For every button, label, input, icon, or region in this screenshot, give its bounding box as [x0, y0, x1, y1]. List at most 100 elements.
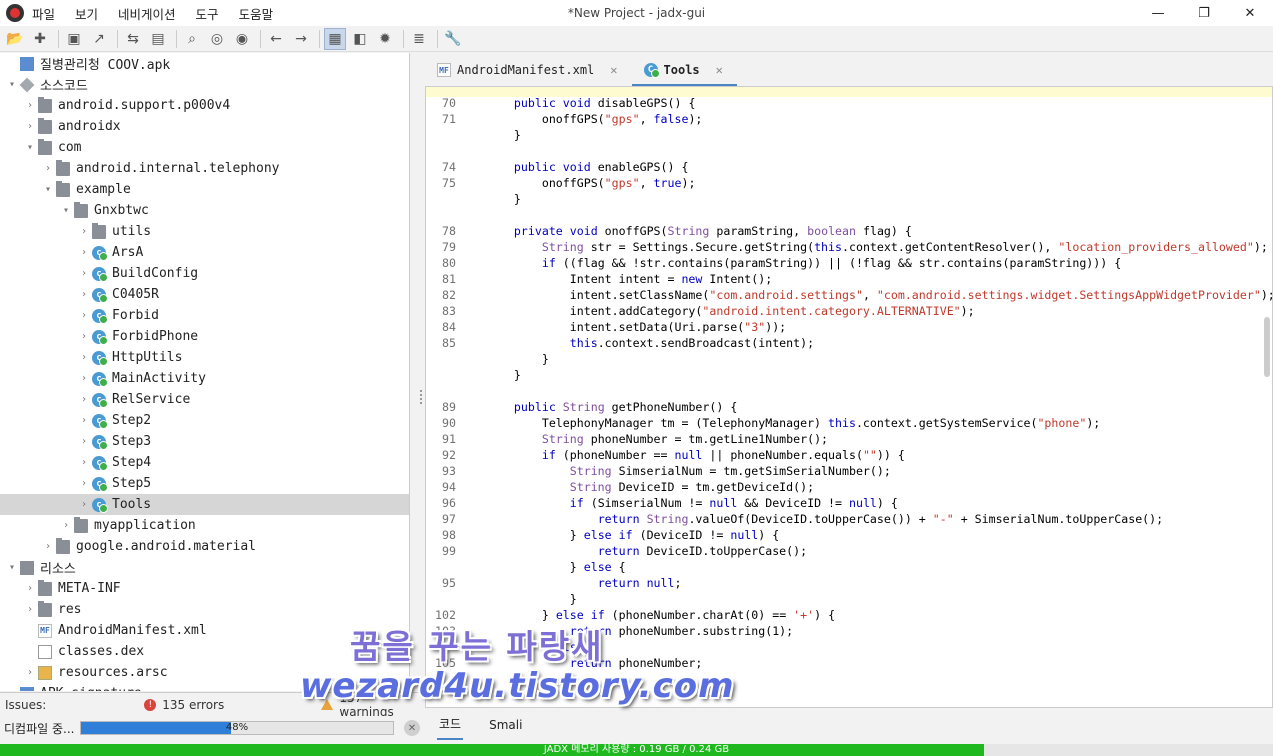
expand-arrow-icon[interactable]: ›	[22, 583, 38, 594]
add-file-icon[interactable]: ✚	[29, 28, 51, 50]
close-tab-icon[interactable]: ✕	[610, 63, 617, 77]
expand-arrow-icon[interactable]: ›	[40, 541, 56, 552]
code-line[interactable]: 99 return DeviceID.toUpperCase();	[426, 543, 1272, 559]
tree-item[interactable]: › c HttpUtils	[0, 347, 409, 368]
menu-item[interactable]: 네비게이션	[118, 7, 176, 22]
save-icon[interactable]: ▣	[63, 28, 85, 50]
code-area[interactable]: 70 public void disableGPS() {71 onoffGPS…	[426, 95, 1272, 671]
code-line[interactable]: }	[426, 367, 1272, 383]
code-line[interactable]: 94 String DeviceID = tm.getDeviceId();	[426, 479, 1272, 495]
code-line[interactable]	[426, 383, 1272, 399]
code-line[interactable]	[426, 207, 1272, 223]
minimize-button[interactable]: —	[1135, 0, 1181, 26]
flatten-icon[interactable]: ▤	[147, 28, 169, 50]
code-line[interactable]: 95 return null;	[426, 575, 1272, 591]
forward-icon[interactable]: →	[290, 28, 312, 50]
tree-item[interactable]: › res	[0, 599, 409, 620]
code-line[interactable]: 84 intent.setData(Uri.parse("3"));	[426, 319, 1272, 335]
code-line[interactable]: }	[426, 591, 1272, 607]
find-usage-icon[interactable]: ◎	[206, 28, 228, 50]
tree-item[interactable]: classes.dex	[0, 641, 409, 662]
vertical-scrollbar[interactable]	[1264, 317, 1270, 377]
expand-arrow-icon[interactable]: ›	[22, 604, 38, 615]
code-line[interactable]: } else {	[426, 639, 1272, 655]
expand-arrow-icon[interactable]: ›	[76, 478, 92, 489]
code-line[interactable]: 102 } else if (phoneNumber.charAt(0) == …	[426, 607, 1272, 623]
tree-item[interactable]: › c MainActivity	[0, 368, 409, 389]
open-folder-icon[interactable]: 📂	[4, 28, 26, 50]
code-line[interactable]: 78 private void onoffGPS(String paramStr…	[426, 223, 1272, 239]
code-line[interactable]: 92 if (phoneNumber == null || phoneNumbe…	[426, 447, 1272, 463]
tree-item[interactable]: › c Forbid	[0, 305, 409, 326]
expand-arrow-icon[interactable]: ›	[22, 100, 38, 111]
tree-item[interactable]: ▾ Gnxbtwc	[0, 200, 409, 221]
code-line[interactable]: 79 String str = Settings.Secure.getStrin…	[426, 239, 1272, 255]
tree-item[interactable]: › android.support.p000v4	[0, 95, 409, 116]
project-tree[interactable]: 질병관리청 COOV.apk ▾ 소스코드 › android.support.p000…	[0, 53, 410, 691]
tree-item[interactable]: ▾ 리소스	[0, 557, 409, 578]
tree-item[interactable]: MF AndroidManifest.xml	[0, 620, 409, 641]
tree-item[interactable]: › google.android.material	[0, 536, 409, 557]
splitter-handle[interactable]	[420, 390, 424, 404]
tree-item[interactable]: › c C0405R	[0, 284, 409, 305]
code-line[interactable]: 83 intent.addCategory("android.intent.ca…	[426, 303, 1272, 319]
maximize-button[interactable]: ❐	[1181, 0, 1227, 26]
tree-item[interactable]: ▾ example	[0, 179, 409, 200]
expand-arrow-icon[interactable]: ›	[76, 310, 92, 321]
export-icon[interactable]: ↗	[88, 28, 110, 50]
expand-arrow-icon[interactable]: ›	[76, 331, 92, 342]
code-line[interactable]: 80 if ((flag && !str.contains(paramStrin…	[426, 255, 1272, 271]
tree-item[interactable]: › c Step2	[0, 410, 409, 431]
expand-arrow-icon[interactable]: ›	[76, 499, 92, 510]
expand-arrow-icon[interactable]: ›	[76, 352, 92, 363]
tree-item[interactable]: › c Tools	[0, 494, 409, 515]
tree-item[interactable]: › utils	[0, 221, 409, 242]
expand-arrow-icon[interactable]: ›	[76, 457, 92, 468]
code-line[interactable]: }	[426, 191, 1272, 207]
code-line[interactable]: 81 Intent intent = new Intent();	[426, 271, 1272, 287]
menu-item[interactable]: 도움말	[239, 7, 274, 22]
code-line[interactable]: 74 public void enableGPS() {	[426, 159, 1272, 175]
tab-code[interactable]: 코드	[437, 709, 464, 740]
log-icon[interactable]: ≣	[408, 28, 430, 50]
code-line[interactable]: 103 return phoneNumber.substring(1);	[426, 623, 1272, 639]
sync-icon[interactable]: ⇆	[122, 28, 144, 50]
tree-item[interactable]: › c Step5	[0, 473, 409, 494]
tree-item[interactable]: ▾ 소스코드	[0, 74, 409, 95]
expand-arrow-icon[interactable]: ›	[76, 394, 92, 405]
errors-count[interactable]: 135 errors	[162, 698, 321, 712]
expand-arrow-icon[interactable]: ›	[76, 247, 92, 258]
tree-item[interactable]: › myapplication	[0, 515, 409, 536]
tree-item[interactable]: › androidx	[0, 116, 409, 137]
menu-item[interactable]: 파일	[32, 7, 55, 22]
expand-arrow-icon[interactable]: ›	[40, 163, 56, 174]
tree-item[interactable]: 질병관리청 COOV.apk	[0, 53, 409, 74]
expand-arrow-icon[interactable]: ›	[76, 415, 92, 426]
code-line[interactable]: }	[426, 127, 1272, 143]
code-line[interactable]: 93 String SimserialNum = tm.getSimSerial…	[426, 463, 1272, 479]
code-line[interactable]: }	[426, 351, 1272, 367]
expand-arrow-icon[interactable]: ›	[22, 121, 38, 132]
tree-item[interactable]: › c ForbidPhone	[0, 326, 409, 347]
code-editor[interactable]: 70 public void disableGPS() {71 onoffGPS…	[425, 86, 1273, 708]
cancel-progress-button[interactable]: ✕	[404, 720, 420, 736]
code-line[interactable]	[426, 143, 1272, 159]
code-line[interactable]: 70 public void disableGPS() {	[426, 95, 1272, 111]
expand-arrow-icon[interactable]: ▾	[4, 79, 20, 90]
expand-arrow-icon[interactable]: ›	[76, 268, 92, 279]
tree-item[interactable]: › c ArsA	[0, 242, 409, 263]
tree-item[interactable]: › c Step3	[0, 431, 409, 452]
expand-arrow-icon[interactable]: ▾	[40, 184, 56, 195]
expand-arrow-icon[interactable]: ›	[22, 667, 38, 678]
code-line[interactable]: 89 public String getPhoneNumber() {	[426, 399, 1272, 415]
code-line[interactable]: 85 this.context.sendBroadcast(intent);	[426, 335, 1272, 351]
close-tab-icon[interactable]: ✕	[716, 63, 723, 77]
code-line[interactable]: } else {	[426, 559, 1272, 575]
expand-arrow-icon[interactable]: ›	[76, 373, 92, 384]
menu-item[interactable]: 보기	[75, 7, 98, 22]
preferences-icon[interactable]: 🔧	[442, 28, 464, 50]
close-window-button[interactable]: ✕	[1227, 0, 1273, 26]
code-line[interactable]: 71 onoffGPS("gps", false);	[426, 111, 1272, 127]
expand-arrow-icon[interactable]: ›	[58, 520, 74, 531]
tree-item[interactable]: › android.internal.telephony	[0, 158, 409, 179]
